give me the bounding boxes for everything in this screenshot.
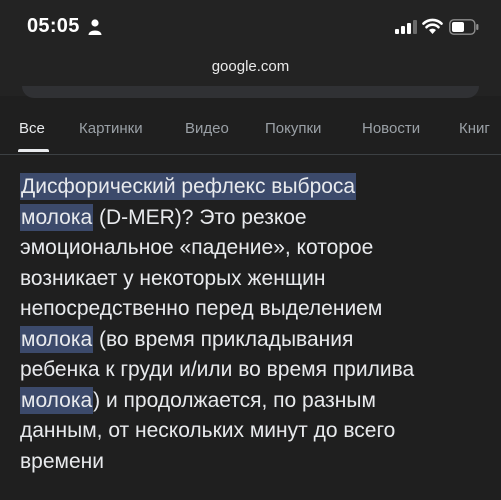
snippet-line: данным, от нескольких минут до всего	[20, 419, 396, 442]
tab-news[interactable]: Новости	[362, 120, 420, 137]
snippet-line: эмоциональное «падение», которое	[20, 236, 374, 259]
highlighted-term: молока	[20, 203, 94, 231]
snippet-line: непосредственно перед выделением	[20, 297, 383, 320]
snippet-line: Дисфорический рефлекс выброса	[20, 172, 490, 203]
search-tabs: Все Картинки Видео Покупки Новости Книг	[0, 98, 501, 155]
tab-books[interactable]: Книг	[459, 120, 490, 137]
snippet-text: (D-MER)? Это резкое	[93, 205, 307, 229]
highlighted-term: молока	[20, 386, 94, 414]
snippet-line: возникает у некоторых женщин	[20, 266, 326, 290]
person-icon	[88, 19, 102, 35]
search-box[interactable]	[22, 86, 479, 98]
tab-videos[interactable]: Видео	[185, 120, 229, 137]
snippet-line: ребенка к груди и/или во время прилива	[20, 358, 415, 381]
snippet-line: молока (во время прикладывания	[20, 325, 490, 356]
snippet-line: молока (D-MER)? Это резкое	[20, 203, 490, 234]
highlighted-term: молока	[20, 325, 94, 353]
highlighted-term: Дисфорический рефлекс выброса	[20, 173, 357, 200]
battery-icon	[449, 19, 479, 35]
tab-all[interactable]: Все	[19, 120, 45, 137]
snippet-text: ) и продолжается, по разным	[93, 388, 376, 412]
status-time: 05:05	[27, 15, 80, 37]
active-tab-indicator	[18, 149, 49, 152]
phone-screen: 05:05 google.com Все Картинки Видео Поку…	[0, 0, 501, 500]
snippet-text: (во время прикладывания	[93, 327, 354, 351]
tab-shopping[interactable]: Покупки	[265, 120, 321, 137]
tab-images[interactable]: Картинки	[79, 120, 143, 137]
wifi-icon	[422, 18, 443, 34]
featured-snippet: Дисфорический рефлекс выброса молока (D-…	[20, 172, 490, 477]
url-text[interactable]: google.com	[0, 58, 501, 75]
snippet-line: молока) и продолжается, по разным	[20, 386, 490, 417]
snippet-line: времени	[20, 449, 104, 473]
status-bar: 05:05	[0, 0, 501, 52]
cellular-signal-icon	[395, 20, 417, 34]
